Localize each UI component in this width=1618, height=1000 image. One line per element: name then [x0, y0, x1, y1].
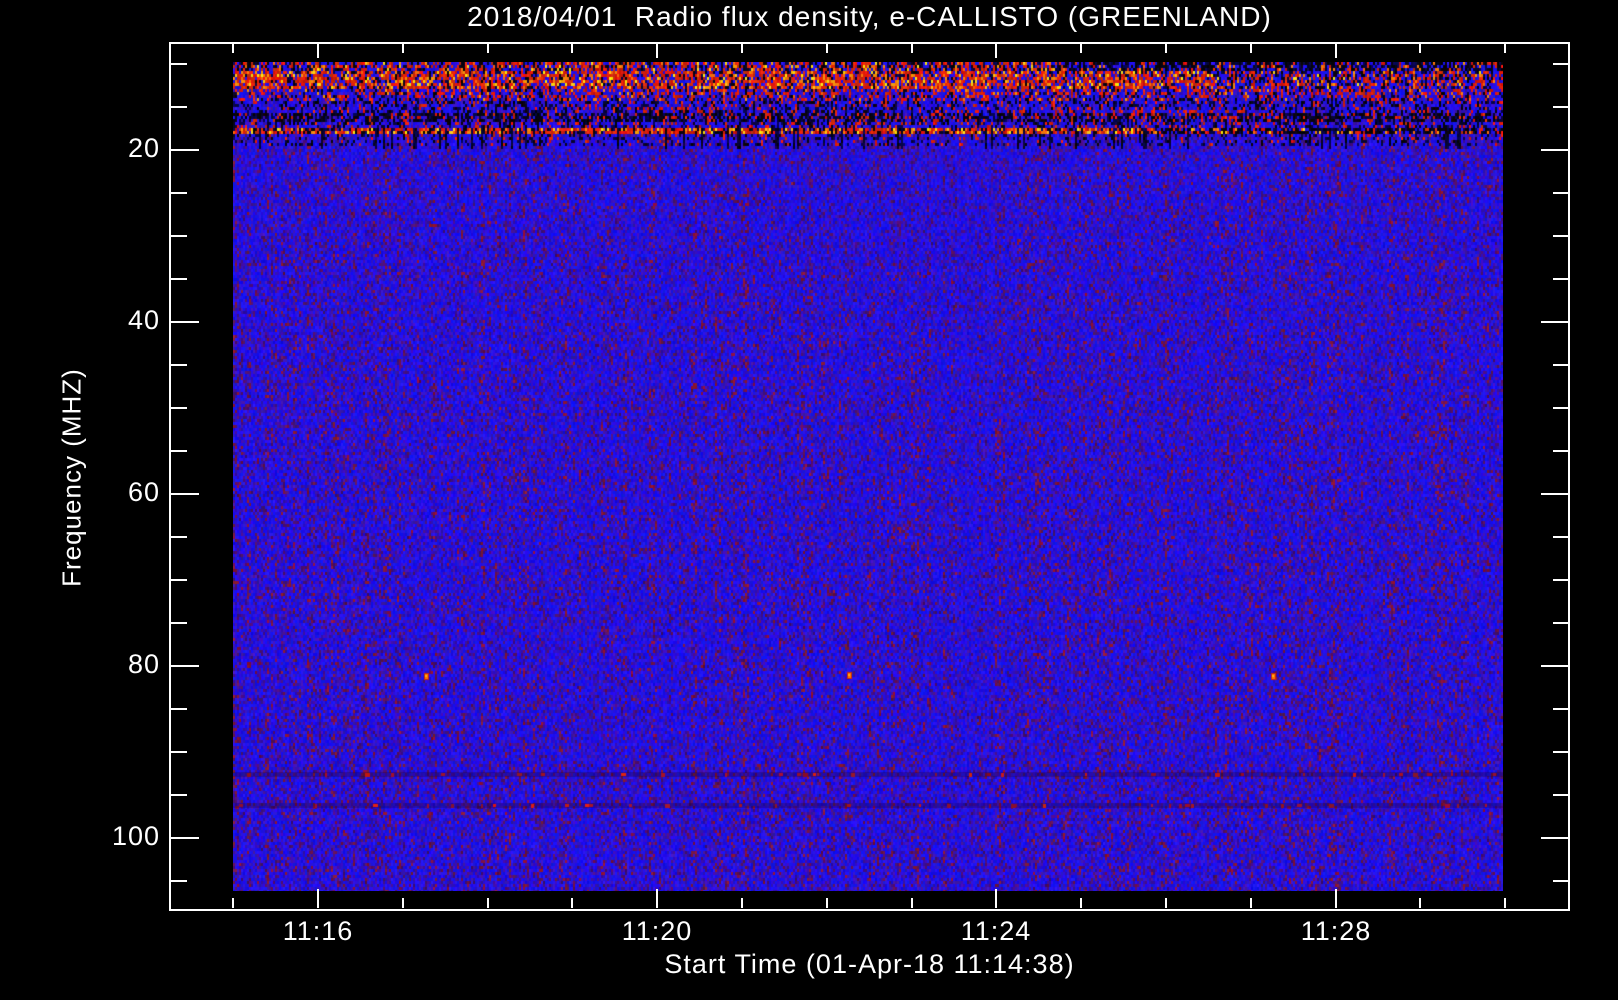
y-tick-minor-right: [1553, 106, 1569, 108]
y-tick-minor-right: [1553, 364, 1569, 366]
y-tick-major-right: [1541, 837, 1569, 839]
x-tick-minor-top: [1504, 44, 1506, 53]
y-tick-minor: [171, 536, 187, 538]
y-tick-minor: [171, 579, 187, 581]
x-tick-major: [656, 889, 658, 908]
x-tick-minor: [826, 898, 828, 908]
x-tick-minor: [571, 898, 573, 908]
y-tick-minor-right: [1553, 63, 1569, 65]
y-tick-major-right: [1541, 665, 1569, 667]
x-tick-minor: [911, 898, 913, 908]
y-tick-minor: [171, 278, 187, 280]
x-tick-minor: [1419, 898, 1421, 908]
x-tick-major-top: [317, 44, 319, 58]
x-tick-minor-top: [1080, 44, 1082, 53]
x-tick-major-top: [995, 44, 997, 58]
x-tick-label: 11:16: [282, 916, 354, 946]
x-tick-minor-top: [1165, 44, 1167, 53]
y-tick-minor: [171, 751, 187, 753]
y-tick-label: 80: [127, 649, 160, 679]
x-tick-major: [317, 889, 319, 908]
y-tick-major-right: [1541, 149, 1569, 151]
y-tick-minor: [171, 235, 187, 237]
y-tick-major: [171, 149, 199, 151]
x-tick-label: 11:20: [621, 916, 693, 946]
y-tick-minor: [171, 708, 187, 710]
x-tick-major-top: [656, 44, 658, 58]
y-tick-major-right: [1541, 321, 1569, 323]
x-tick-minor: [741, 898, 743, 908]
x-tick-minor-top: [1419, 44, 1421, 53]
x-tick-minor-top: [571, 44, 573, 53]
plot-frame: [169, 42, 1570, 911]
y-tick-label: 40: [127, 305, 160, 335]
y-tick-minor-right: [1553, 880, 1569, 882]
y-tick-minor: [171, 622, 187, 624]
x-tick-minor-top: [487, 44, 489, 53]
x-tick-minor: [1165, 898, 1167, 908]
y-tick-minor-right: [1553, 192, 1569, 194]
y-tick-minor-right: [1553, 579, 1569, 581]
y-tick-minor: [171, 106, 187, 108]
y-tick-minor: [171, 880, 187, 882]
x-axis-label: Start Time (01-Apr-18 11:14:38): [664, 949, 1075, 979]
y-tick-label: 20: [127, 133, 160, 163]
y-tick-minor: [171, 794, 187, 796]
y-tick-minor-right: [1553, 536, 1569, 538]
y-tick-minor-right: [1553, 708, 1569, 710]
y-tick-major: [171, 493, 199, 495]
chart-title: 2018/04/01 Radio flux density, e-CALLIST…: [467, 1, 1272, 32]
x-tick-minor-top: [741, 44, 743, 53]
spectrogram-page: 2018/04/01 Radio flux density, e-CALLIST…: [0, 0, 1618, 1000]
x-tick-minor: [402, 898, 404, 908]
x-tick-minor: [232, 898, 234, 908]
x-tick-major: [1335, 889, 1337, 908]
y-tick-minor: [171, 407, 187, 409]
x-tick-label: 11:28: [1300, 916, 1372, 946]
y-tick-major: [171, 665, 199, 667]
y-tick-minor: [171, 450, 187, 452]
y-tick-minor-right: [1553, 751, 1569, 753]
x-tick-minor-top: [1250, 44, 1252, 53]
y-tick-major-right: [1541, 493, 1569, 495]
y-tick-minor-right: [1553, 794, 1569, 796]
x-tick-minor: [1250, 898, 1252, 908]
y-tick-major: [171, 321, 199, 323]
y-tick-minor-right: [1553, 407, 1569, 409]
x-tick-minor-top: [232, 44, 234, 53]
y-tick-minor: [171, 192, 187, 194]
y-tick-minor-right: [1553, 622, 1569, 624]
x-tick-minor: [1504, 898, 1506, 908]
x-tick-minor-top: [402, 44, 404, 53]
x-tick-minor: [487, 898, 489, 908]
x-tick-minor-top: [826, 44, 828, 53]
y-tick-major: [171, 837, 199, 839]
y-tick-minor-right: [1553, 450, 1569, 452]
x-tick-major-top: [1335, 44, 1337, 58]
x-tick-minor-top: [911, 44, 913, 53]
y-tick-minor-right: [1553, 235, 1569, 237]
y-tick-label: 60: [127, 477, 160, 507]
y-tick-minor-right: [1553, 278, 1569, 280]
y-tick-label: 100: [111, 821, 160, 851]
x-tick-major: [995, 889, 997, 908]
x-tick-minor: [1080, 898, 1082, 908]
y-tick-minor: [171, 364, 187, 366]
y-tick-minor: [171, 63, 187, 65]
x-tick-label: 11:24: [960, 916, 1032, 946]
